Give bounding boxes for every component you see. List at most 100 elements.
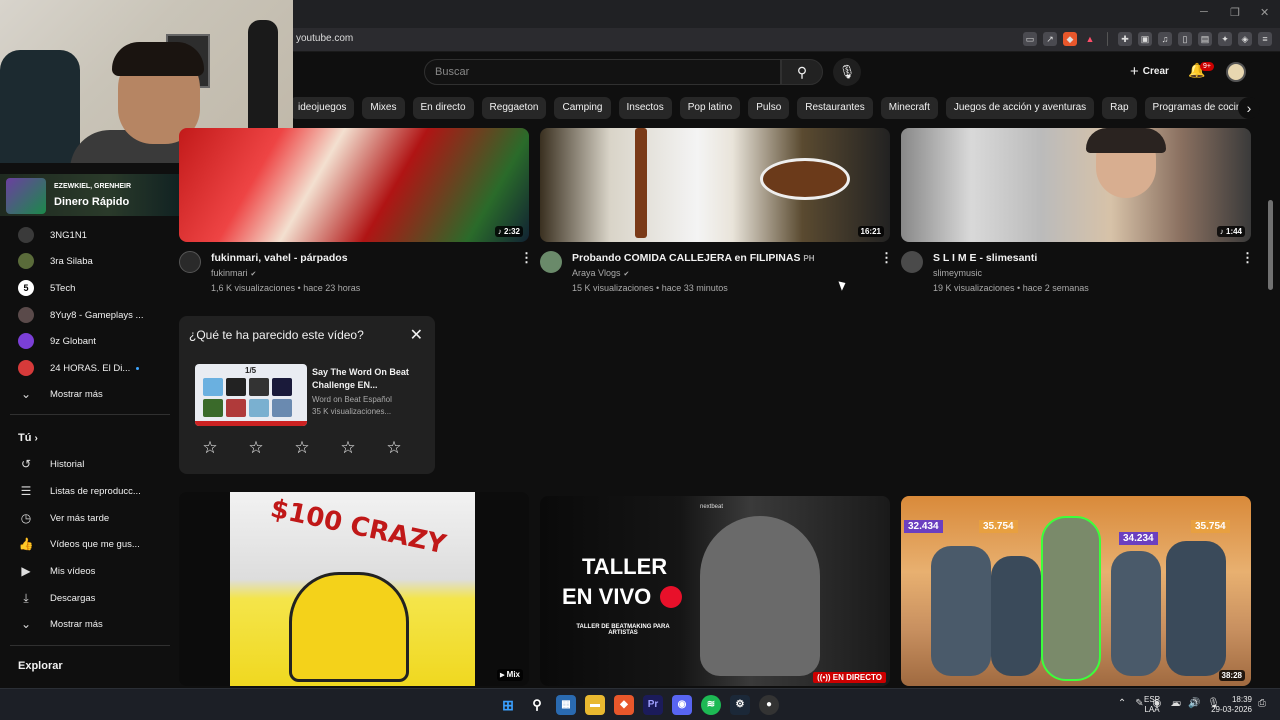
channel-name[interactable]: Araya Vlogs ✔ — [572, 268, 629, 278]
discord-icon[interactable]: ◉ — [672, 695, 692, 715]
sidebar-item[interactable]: ⤓ Descargas — [18, 589, 95, 607]
show-more-you[interactable]: ⌄ Mostrar más — [18, 615, 103, 633]
more-options-icon[interactable]: ⋮ — [880, 250, 893, 266]
windows-start-icon[interactable]: ⊞ — [498, 695, 518, 715]
close-icon[interactable]: ✕ — [410, 325, 423, 345]
channel-name[interactable]: slimeymusic — [933, 268, 982, 278]
star-icon[interactable]: ☆ — [247, 438, 265, 458]
progress-bar — [195, 421, 307, 426]
category-chip[interactable]: En directo — [412, 97, 474, 119]
volume-icon[interactable]: 🔊 — [1188, 698, 1200, 709]
file-explorer-icon[interactable]: ▬ — [585, 695, 605, 715]
feedback-video-title[interactable]: Say The Word On Beat Challenge EN... — [312, 366, 422, 392]
duration-badge: ♪ 2:32 — [494, 226, 523, 237]
minimize-button[interactable]: ─ — [1200, 6, 1208, 18]
voice-search-button[interactable]: 🎙 — [833, 58, 861, 86]
chevron-right-icon[interactable]: › — [1238, 97, 1260, 119]
video-thumbnail[interactable]: ♪ 1:44 — [901, 128, 1251, 242]
share-icon[interactable]: ↗ — [1043, 32, 1057, 46]
subscription-item[interactable]: 8Yuy8 - Gameplays ... — [18, 306, 143, 324]
more-options-icon[interactable]: ⋮ — [520, 250, 533, 266]
brave-browser-icon[interactable]: ◆ — [614, 695, 634, 715]
video-thumbnail[interactable]: nextbeat TALLER EN VIVO TALLER DE BEATMA… — [540, 496, 890, 686]
sidebar-item[interactable]: ◷ Ver más tarde — [18, 509, 109, 527]
maximize-button[interactable]: ❐ — [1230, 6, 1240, 19]
network-icon[interactable]: ▭ — [1172, 698, 1181, 709]
category-chip[interactable]: ideojuegos — [290, 97, 355, 119]
category-chip[interactable]: Juegos de acción y aventuras — [945, 97, 1095, 119]
category-chip[interactable]: Pop latino — [679, 97, 741, 119]
video-title-text: Probando COMIDA CALLEJERA en FILIPINAS — [572, 252, 801, 264]
category-chip[interactable]: Pulso — [748, 97, 790, 119]
star-icon[interactable]: ☆ — [293, 438, 311, 458]
show-more-subscriptions[interactable]: ⌄ Mostrar más — [18, 385, 103, 403]
channel-name[interactable]: fukinmari ✔ — [211, 268, 256, 278]
account-avatar[interactable] — [1226, 62, 1246, 82]
subscription-item[interactable]: 5 5Tech — [18, 279, 75, 297]
search-button[interactable]: ⚲ — [781, 59, 823, 85]
category-chip[interactable]: Programas de cocina — [1144, 97, 1250, 119]
channel-banner[interactable]: EZEWKIEL, GRENHEIR Dinero Rápido — [0, 174, 180, 216]
clock[interactable]: 18:39 29-03-2026 — [1208, 695, 1252, 715]
video-thumbnail[interactable]: $100 CRAZY ⫸ Mix — [179, 492, 529, 686]
create-button[interactable]: + Crear — [1120, 60, 1179, 84]
steam-icon[interactable]: ⚙ — [730, 695, 750, 715]
extensions-icon[interactable]: ✚ — [1118, 32, 1132, 46]
star-icon[interactable]: ☆ — [339, 438, 357, 458]
video-thumbnail[interactable]: 32.434 35.754 34.234 35.754 38:28 — [901, 496, 1251, 686]
url-text[interactable]: youtube.com — [296, 33, 353, 44]
obs-icon[interactable]: ● — [759, 695, 779, 715]
category-chip[interactable]: Minecraft — [880, 97, 938, 119]
premiere-pro-icon[interactable]: Pr — [643, 695, 663, 715]
subscription-item[interactable]: 3ra Silaba — [18, 252, 93, 270]
language-indicator[interactable]: ESP LAA — [1144, 695, 1160, 715]
category-chip[interactable]: Insectos — [618, 97, 672, 119]
ai-icon[interactable]: ✦ — [1218, 32, 1232, 46]
spotify-icon[interactable]: ≋ — [701, 695, 721, 715]
search-input[interactable]: Buscar — [424, 59, 781, 85]
category-chip[interactable]: Restaurantes — [797, 97, 873, 119]
sidebar-item[interactable]: ▶ Mis vídeos — [18, 562, 95, 580]
gaming-chair — [0, 50, 80, 163]
you-section-title[interactable]: Tú › — [18, 432, 38, 444]
notification-center-icon[interactable]: ⎙ — [1258, 698, 1266, 709]
photos-icon[interactable]: ▦ — [556, 695, 576, 715]
sidebar-icon[interactable]: ▯ — [1178, 32, 1192, 46]
close-window-button[interactable]: ✕ — [1260, 6, 1269, 19]
cast-icon[interactable]: ▭ — [1023, 32, 1037, 46]
page-scrollbar[interactable] — [1268, 200, 1273, 290]
feedback-video-thumbnail[interactable]: 1/5 — [195, 364, 307, 426]
subscription-item[interactable]: 3NG1N1 — [18, 226, 87, 244]
category-chip[interactable]: Rap — [1102, 97, 1137, 119]
subscription-item[interactable]: 24 HORAS. El Di... — [18, 359, 140, 377]
video-thumbnail[interactable]: ♪ 2:32 — [179, 128, 529, 242]
category-chip[interactable]: Mixes — [362, 97, 405, 119]
vpn-icon[interactable]: ◈ — [1238, 32, 1252, 46]
menu-icon[interactable]: ≡ — [1258, 32, 1272, 46]
channel-avatar[interactable] — [179, 251, 201, 273]
chevron-up-icon[interactable]: ⌃ — [1118, 698, 1126, 709]
category-chip[interactable]: Reggaeton — [481, 97, 547, 119]
sidebar-item[interactable]: 👍 Vídeos que me gus... — [18, 535, 140, 553]
more-options-icon[interactable]: ⋮ — [1241, 250, 1254, 266]
subscription-item[interactable]: 9z Globant — [18, 332, 96, 350]
music-icon[interactable]: ♫ — [1158, 32, 1172, 46]
pen-icon[interactable]: ✎ — [1135, 698, 1143, 709]
star-icon[interactable]: ☆ — [201, 438, 219, 458]
video-title[interactable]: fukinmari, vahel - párpados — [211, 252, 348, 264]
category-chip[interactable]: Camping — [554, 97, 611, 119]
video-thumbnail[interactable]: 16:21 — [540, 128, 890, 242]
video-title[interactable]: Probando COMIDA CALLEJERA en FILIPINAS P… — [572, 252, 815, 264]
wallet-icon[interactable]: ▤ — [1198, 32, 1212, 46]
tab-icon[interactable]: ▣ — [1138, 32, 1152, 46]
brave-shield-icon[interactable]: ◆ — [1063, 32, 1077, 46]
sidebar-item[interactable]: ☰ Listas de reproducc... — [18, 482, 141, 500]
channel-avatar[interactable] — [540, 251, 562, 273]
brave-rewards-icon[interactable]: ▲ — [1083, 32, 1097, 46]
sidebar-item-label: Historial — [50, 458, 85, 470]
star-icon[interactable]: ☆ — [385, 438, 403, 458]
video-title[interactable]: S L I M E - slimesanti — [933, 252, 1037, 264]
sidebar-item[interactable]: ↺ Historial — [18, 455, 84, 473]
search-icon[interactable]: ⚲ — [527, 695, 547, 715]
channel-avatar[interactable] — [901, 251, 923, 273]
